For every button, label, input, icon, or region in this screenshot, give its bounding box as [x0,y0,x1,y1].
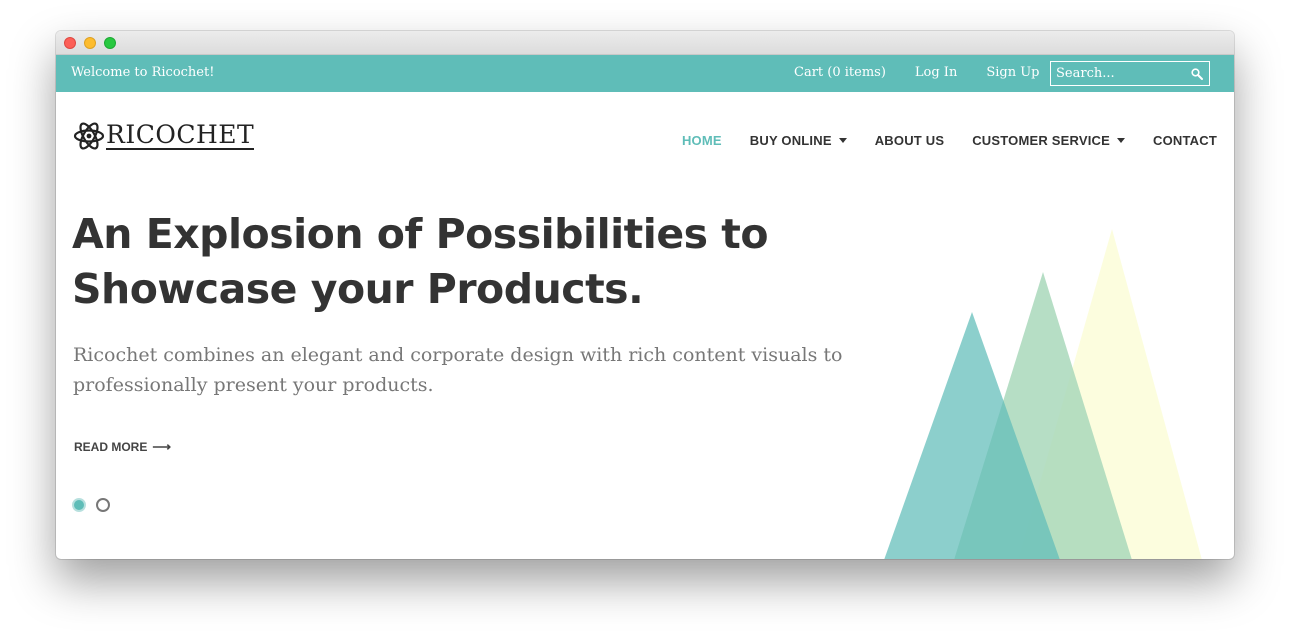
nav-about-us-label: ABOUT US [874,133,945,148]
close-icon[interactable] [64,37,76,49]
signup-link[interactable]: Sign Up [986,65,1039,80]
hero-description: Ricochet combines an elegant and corpora… [73,344,843,396]
nav-about-us[interactable]: ABOUT US [875,133,945,148]
hero-slider: An Explosion of Possibilities to Showcas… [56,193,1234,559]
site-header: RICOCHET HOME BUY ONLINE ABOUT US CUSTOM… [56,92,1234,193]
nav-buy-online-label: BUY ONLINE [749,133,832,148]
nav-home[interactable]: HOME [682,133,722,148]
logo-text: RICOCHET [106,120,255,150]
hero-title-line-1: An Explosion of Possibilities to [72,210,769,258]
search-icon[interactable] [1191,68,1203,80]
caret-down-icon [838,138,847,143]
window-titlebar [56,31,1234,55]
arrow-right-icon: ⟶ [152,439,171,454]
welcome-text: Welcome to Ricochet! [71,65,215,80]
nav-contact[interactable]: CONTACT [1153,133,1217,148]
top-bar: Welcome to Ricochet! Cart (0 items) Log … [56,55,1234,92]
nav-home-label: HOME [681,133,722,148]
main-nav: HOME BUY ONLINE ABOUT US CUSTOMER SERVIC… [682,133,1217,148]
top-links: Cart (0 items) Log In Sign Up [794,65,1068,80]
hero-title-line-2: Showcase your Products. [72,265,644,313]
read-more-link[interactable]: READ MORE ⟶ [74,439,171,455]
hero-title: An Explosion of Possibilities to Showcas… [72,207,832,317]
zoom-icon[interactable] [104,37,116,49]
read-more-label: READ MORE [74,440,148,454]
hero-triangles-graphic [884,229,1202,559]
login-link[interactable]: Log In [915,65,957,80]
cart-link[interactable]: Cart (0 items) [794,65,886,80]
slider-dot-2[interactable] [96,498,110,512]
nav-customer-service-label: CUSTOMER SERVICE [972,133,1111,148]
search-box [1050,61,1210,86]
nav-customer-service[interactable]: CUSTOMER SERVICE [972,133,1126,148]
site-logo[interactable]: RICOCHET [73,120,255,152]
minimize-icon[interactable] [84,37,96,49]
caret-down-icon [1117,138,1126,143]
search-input[interactable] [1051,62,1190,85]
browser-window: Welcome to Ricochet! Cart (0 items) Log … [56,31,1234,559]
slider-dot-1[interactable] [72,498,86,512]
slider-dots [72,498,120,512]
atom-icon [73,122,105,150]
nav-buy-online[interactable]: BUY ONLINE [750,133,847,148]
nav-contact-label: CONTACT [1153,133,1217,148]
